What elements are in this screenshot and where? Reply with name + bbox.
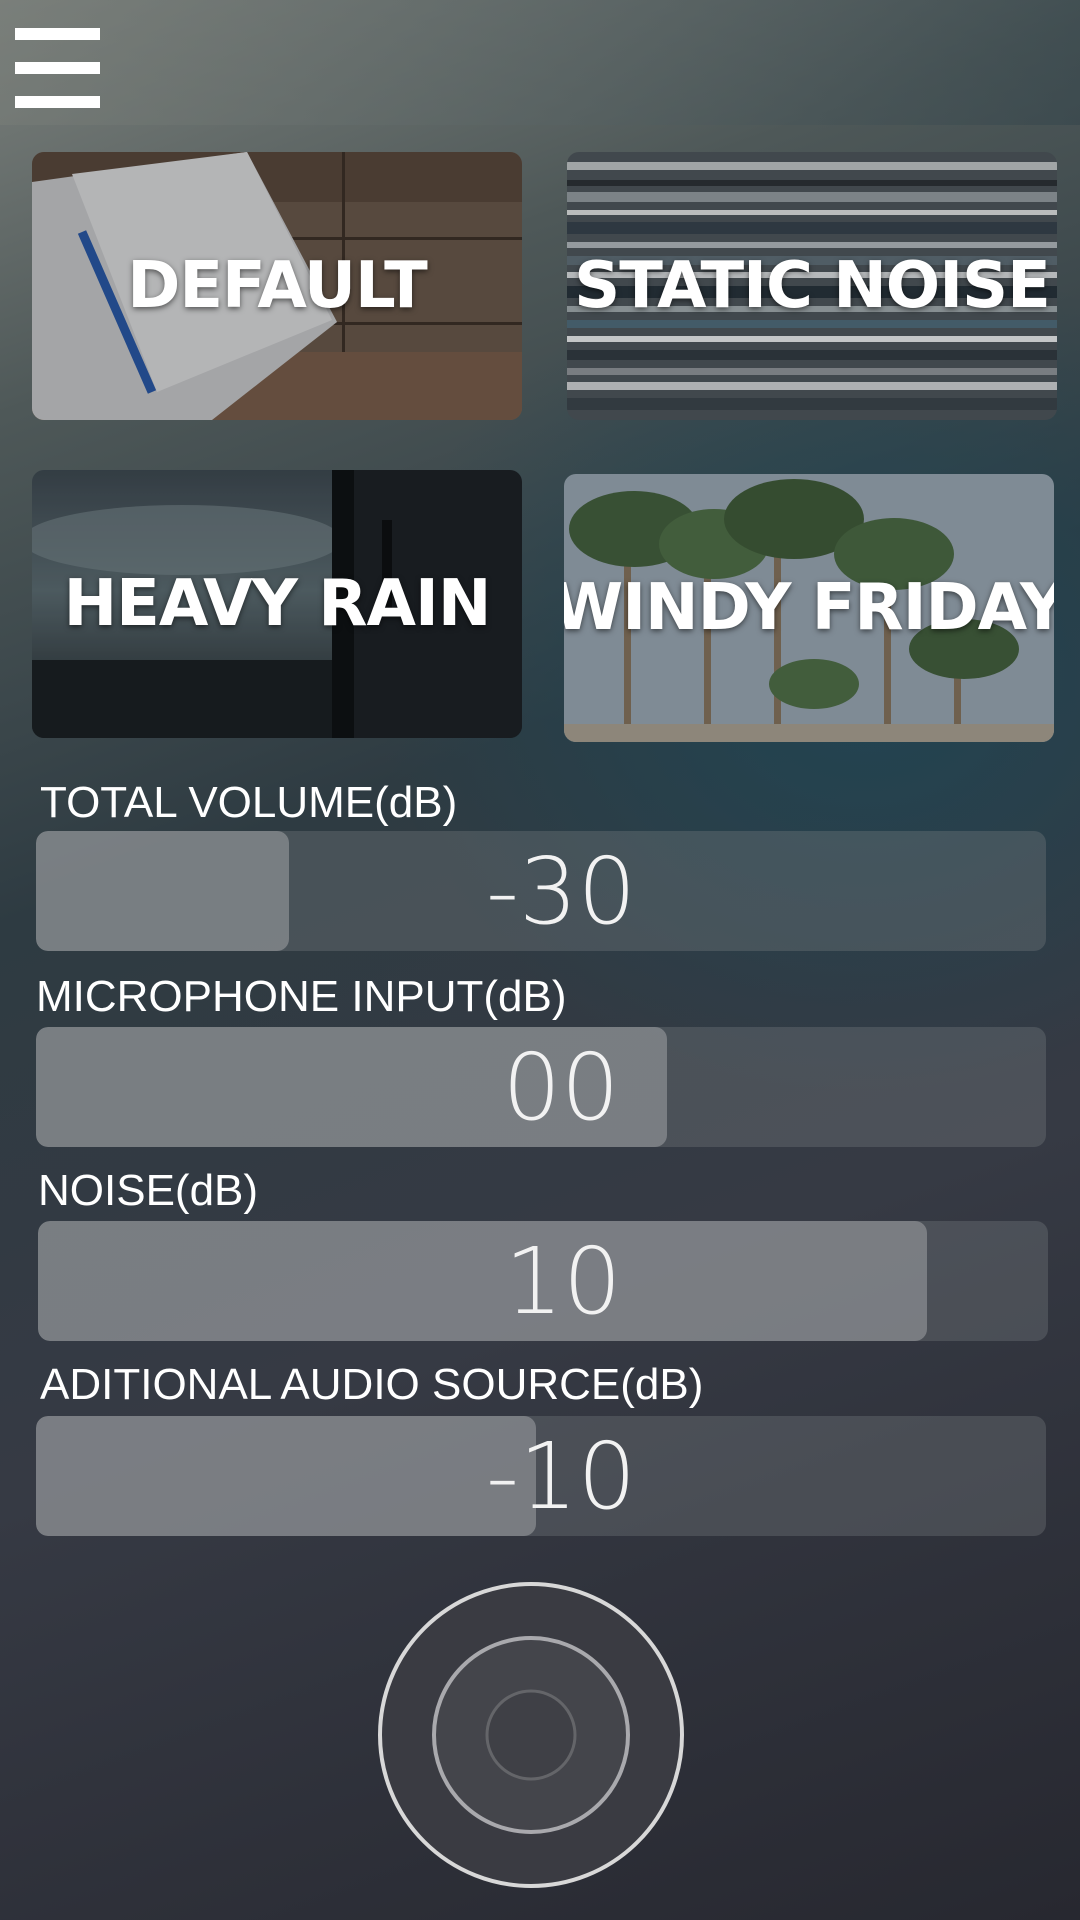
microphone-input-label: MICROPHONE INPUT(dB): [36, 972, 567, 1021]
total-volume-label: TOTAL VOLUME(dB): [40, 778, 458, 827]
record-button[interactable]: [376, 1580, 686, 1890]
slider-value: -30: [485, 837, 637, 945]
microphone-input-slider[interactable]: 00: [36, 1027, 1046, 1147]
preset-label: DEFAULT: [127, 249, 428, 323]
preset-static-noise-card[interactable]: STATIC NOISE: [567, 152, 1057, 420]
preset-default-card[interactable]: DEFAULT: [32, 152, 522, 420]
slider-value: 10: [504, 1227, 622, 1335]
total-volume-slider[interactable]: -30: [36, 831, 1046, 951]
additional-audio-source-slider[interactable]: -10: [36, 1416, 1046, 1536]
slider-value: 00: [502, 1033, 620, 1141]
noise-label: NOISE(dB): [38, 1166, 259, 1215]
slider-value: -10: [485, 1422, 637, 1530]
preset-label: HEAVY RAIN: [63, 567, 492, 641]
additional-audio-source-label: ADITIONAL AUDIO SOURCE(dB): [40, 1360, 704, 1409]
preset-windy-friday-card[interactable]: WINDY FRIDAY: [564, 474, 1054, 742]
hamburger-menu-icon[interactable]: [15, 28, 100, 108]
preset-heavy-rain-card[interactable]: HEAVY RAIN: [32, 470, 522, 738]
noise-slider[interactable]: 10: [38, 1221, 1048, 1341]
top-bar: [0, 0, 1080, 125]
record-ring-icon: [378, 1582, 684, 1888]
preset-label: WINDY FRIDAY: [564, 571, 1054, 645]
preset-label: STATIC NOISE: [574, 249, 1051, 323]
